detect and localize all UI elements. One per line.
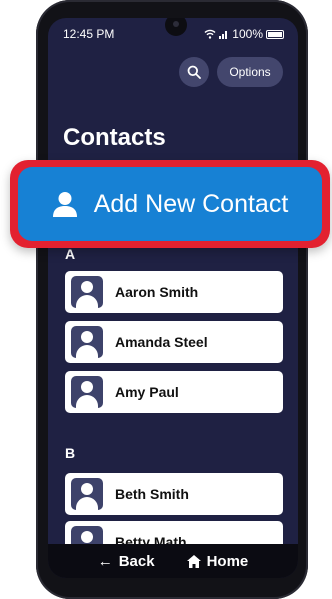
front-camera <box>165 18 187 36</box>
battery-icon <box>266 29 284 39</box>
contact-row[interactable]: Amanda Steel <box>65 321 283 363</box>
contact-name: Amy Paul <box>115 384 179 400</box>
contact-avatar-icon <box>71 276 103 308</box>
search-button[interactable] <box>179 57 209 87</box>
wifi-icon <box>204 29 216 39</box>
status-bar: 12:45 PM 100% <box>48 18 298 48</box>
contact-row[interactable]: Amy Paul <box>65 371 283 413</box>
add-new-contact-button[interactable]: Add New Contact <box>18 167 322 241</box>
contact-avatar-icon <box>71 376 103 408</box>
signal-icon <box>219 31 228 39</box>
contact-name: Amanda Steel <box>115 334 208 350</box>
contact-name: Aaron Smith <box>115 284 199 300</box>
contact-avatar-icon <box>71 478 103 510</box>
contact-avatar-icon <box>71 326 103 358</box>
home-label: Home <box>206 552 249 570</box>
home-icon <box>186 554 201 568</box>
contact-row[interactable]: Beth Smith <box>65 473 283 515</box>
contact-name: Beth Smith <box>115 486 189 502</box>
back-label: Back <box>118 552 155 570</box>
battery-percent: 100% <box>232 27 263 41</box>
phone-screen: 12:45 PM 100% Options Contacts A Aaron S… <box>48 18 298 578</box>
home-button[interactable]: Home <box>186 552 249 570</box>
back-button[interactable]: ← Back <box>98 553 155 570</box>
options-button[interactable]: Options <box>217 57 283 87</box>
page-title: Contacts <box>63 124 166 151</box>
add-new-contact-label: Add New Contact <box>93 189 289 218</box>
section-header-b: B <box>65 445 76 461</box>
status-time: 12:45 PM <box>63 27 115 41</box>
contact-row[interactable]: Aaron Smith <box>65 271 283 313</box>
section-header-a: A <box>65 246 76 262</box>
search-icon <box>187 65 201 79</box>
status-icons: 100% <box>204 27 284 41</box>
bottom-nav-bar: ← Back Home <box>48 544 298 578</box>
arrow-left-icon: ← <box>97 552 113 570</box>
person-icon <box>52 192 77 217</box>
